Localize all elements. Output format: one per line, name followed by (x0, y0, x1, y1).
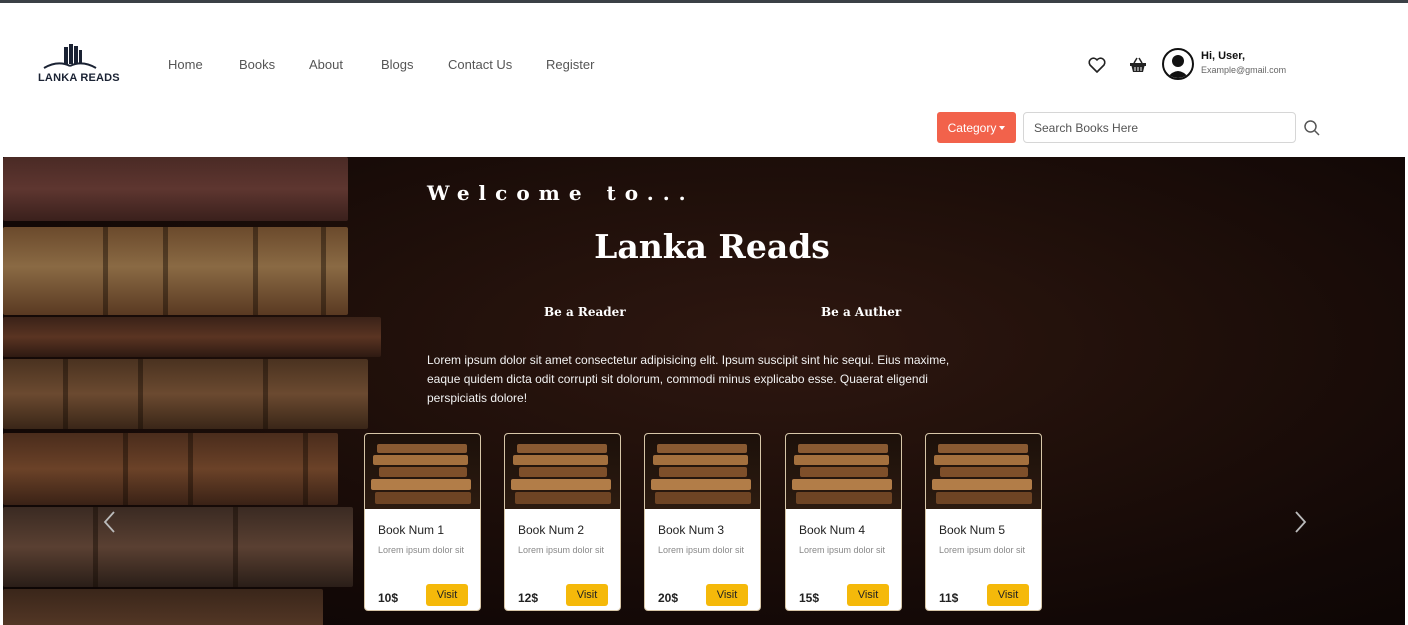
nav-about[interactable]: About (309, 57, 343, 72)
nav-books[interactable]: Books (239, 57, 275, 72)
heart-icon[interactable] (1087, 55, 1107, 75)
avatar[interactable] (1162, 48, 1194, 80)
basket-icon[interactable] (1128, 55, 1148, 75)
hero-description: Lorem ipsum dolor sit amet consectetur a… (427, 353, 950, 405)
visit-button[interactable]: Visit (847, 584, 889, 606)
user-silhouette-icon (1167, 55, 1189, 78)
hero-carousel: Welcome to... Lanka Reads Be a Reader Be… (3, 157, 1405, 625)
user-greeting: Hi, User, (1201, 50, 1246, 62)
nav-blogs[interactable]: Blogs (381, 57, 414, 72)
book-card[interactable]: Book Num 1 Lorem ipsum dolor sit 10$ Vis… (364, 433, 481, 611)
welcome-heading: Welcome to... (427, 181, 695, 205)
book-card[interactable]: Book Num 3 Lorem ipsum dolor sit 20$ Vis… (644, 433, 761, 611)
window-top-border (0, 0, 1408, 3)
nav-contact-us[interactable]: Contact Us (448, 57, 512, 72)
open-book-icon (43, 44, 97, 69)
old-books-stack-image (3, 157, 393, 625)
book-cover-image (926, 434, 1041, 509)
book-title: Book Num 4 (799, 523, 866, 537)
book-price: 10$ (378, 591, 399, 605)
book-card[interactable]: Book Num 4 Lorem ipsum dolor sit 15$ Vis… (785, 433, 902, 611)
book-title: Book Num 5 (939, 523, 1006, 537)
book-price: 12$ (518, 591, 539, 605)
nav-register[interactable]: Register (546, 57, 594, 72)
hero-title: Lanka Reads (594, 227, 830, 266)
book-price: 15$ (799, 591, 820, 605)
book-cover-image (505, 434, 620, 509)
search-icon[interactable] (1303, 119, 1321, 137)
carousel-prev-arrow-icon[interactable] (99, 509, 121, 535)
book-price: 11$ (939, 591, 959, 605)
book-card[interactable]: Book Num 2 Lorem ipsum dolor sit 12$ Vis… (504, 433, 621, 611)
book-card[interactable]: Book Num 5 Lorem ipsum dolor sit 11$ Vis… (925, 433, 1042, 611)
book-description: Lorem ipsum dolor sit (518, 545, 605, 555)
be-a-reader-link[interactable]: Be a Reader (544, 305, 626, 319)
category-dropdown-button[interactable]: Category (937, 112, 1016, 143)
book-cover-image (645, 434, 760, 509)
book-price: 20$ (658, 591, 679, 605)
caret-down-icon (999, 125, 1006, 130)
book-cover-image (786, 434, 901, 509)
visit-button[interactable]: Visit (706, 584, 748, 606)
book-title: Book Num 1 (378, 523, 445, 537)
carousel-next-arrow-icon[interactable] (1289, 509, 1311, 535)
book-description: Lorem ipsum dolor sit (799, 545, 886, 555)
brand-logo[interactable]: LANKA READS (38, 42, 120, 86)
nav-home[interactable]: Home (168, 57, 203, 72)
search-input[interactable] (1023, 112, 1296, 143)
be-an-author-link[interactable]: Be a Auther (821, 305, 901, 319)
category-label: Category (947, 120, 997, 135)
book-description: Lorem ipsum dolor sit (378, 545, 465, 555)
book-cover-image (365, 434, 480, 509)
visit-button[interactable]: Visit (566, 584, 608, 606)
book-description: Lorem ipsum dolor sit (939, 545, 1026, 555)
book-description: Lorem ipsum dolor sit (658, 545, 745, 555)
book-title: Book Num 3 (658, 523, 725, 537)
user-email: Example@gmail.com (1201, 65, 1287, 75)
visit-button[interactable]: Visit (426, 584, 468, 606)
visit-button[interactable]: Visit (987, 584, 1029, 606)
book-title: Book Num 2 (518, 523, 585, 537)
brand-name: LANKA READS (38, 72, 120, 84)
